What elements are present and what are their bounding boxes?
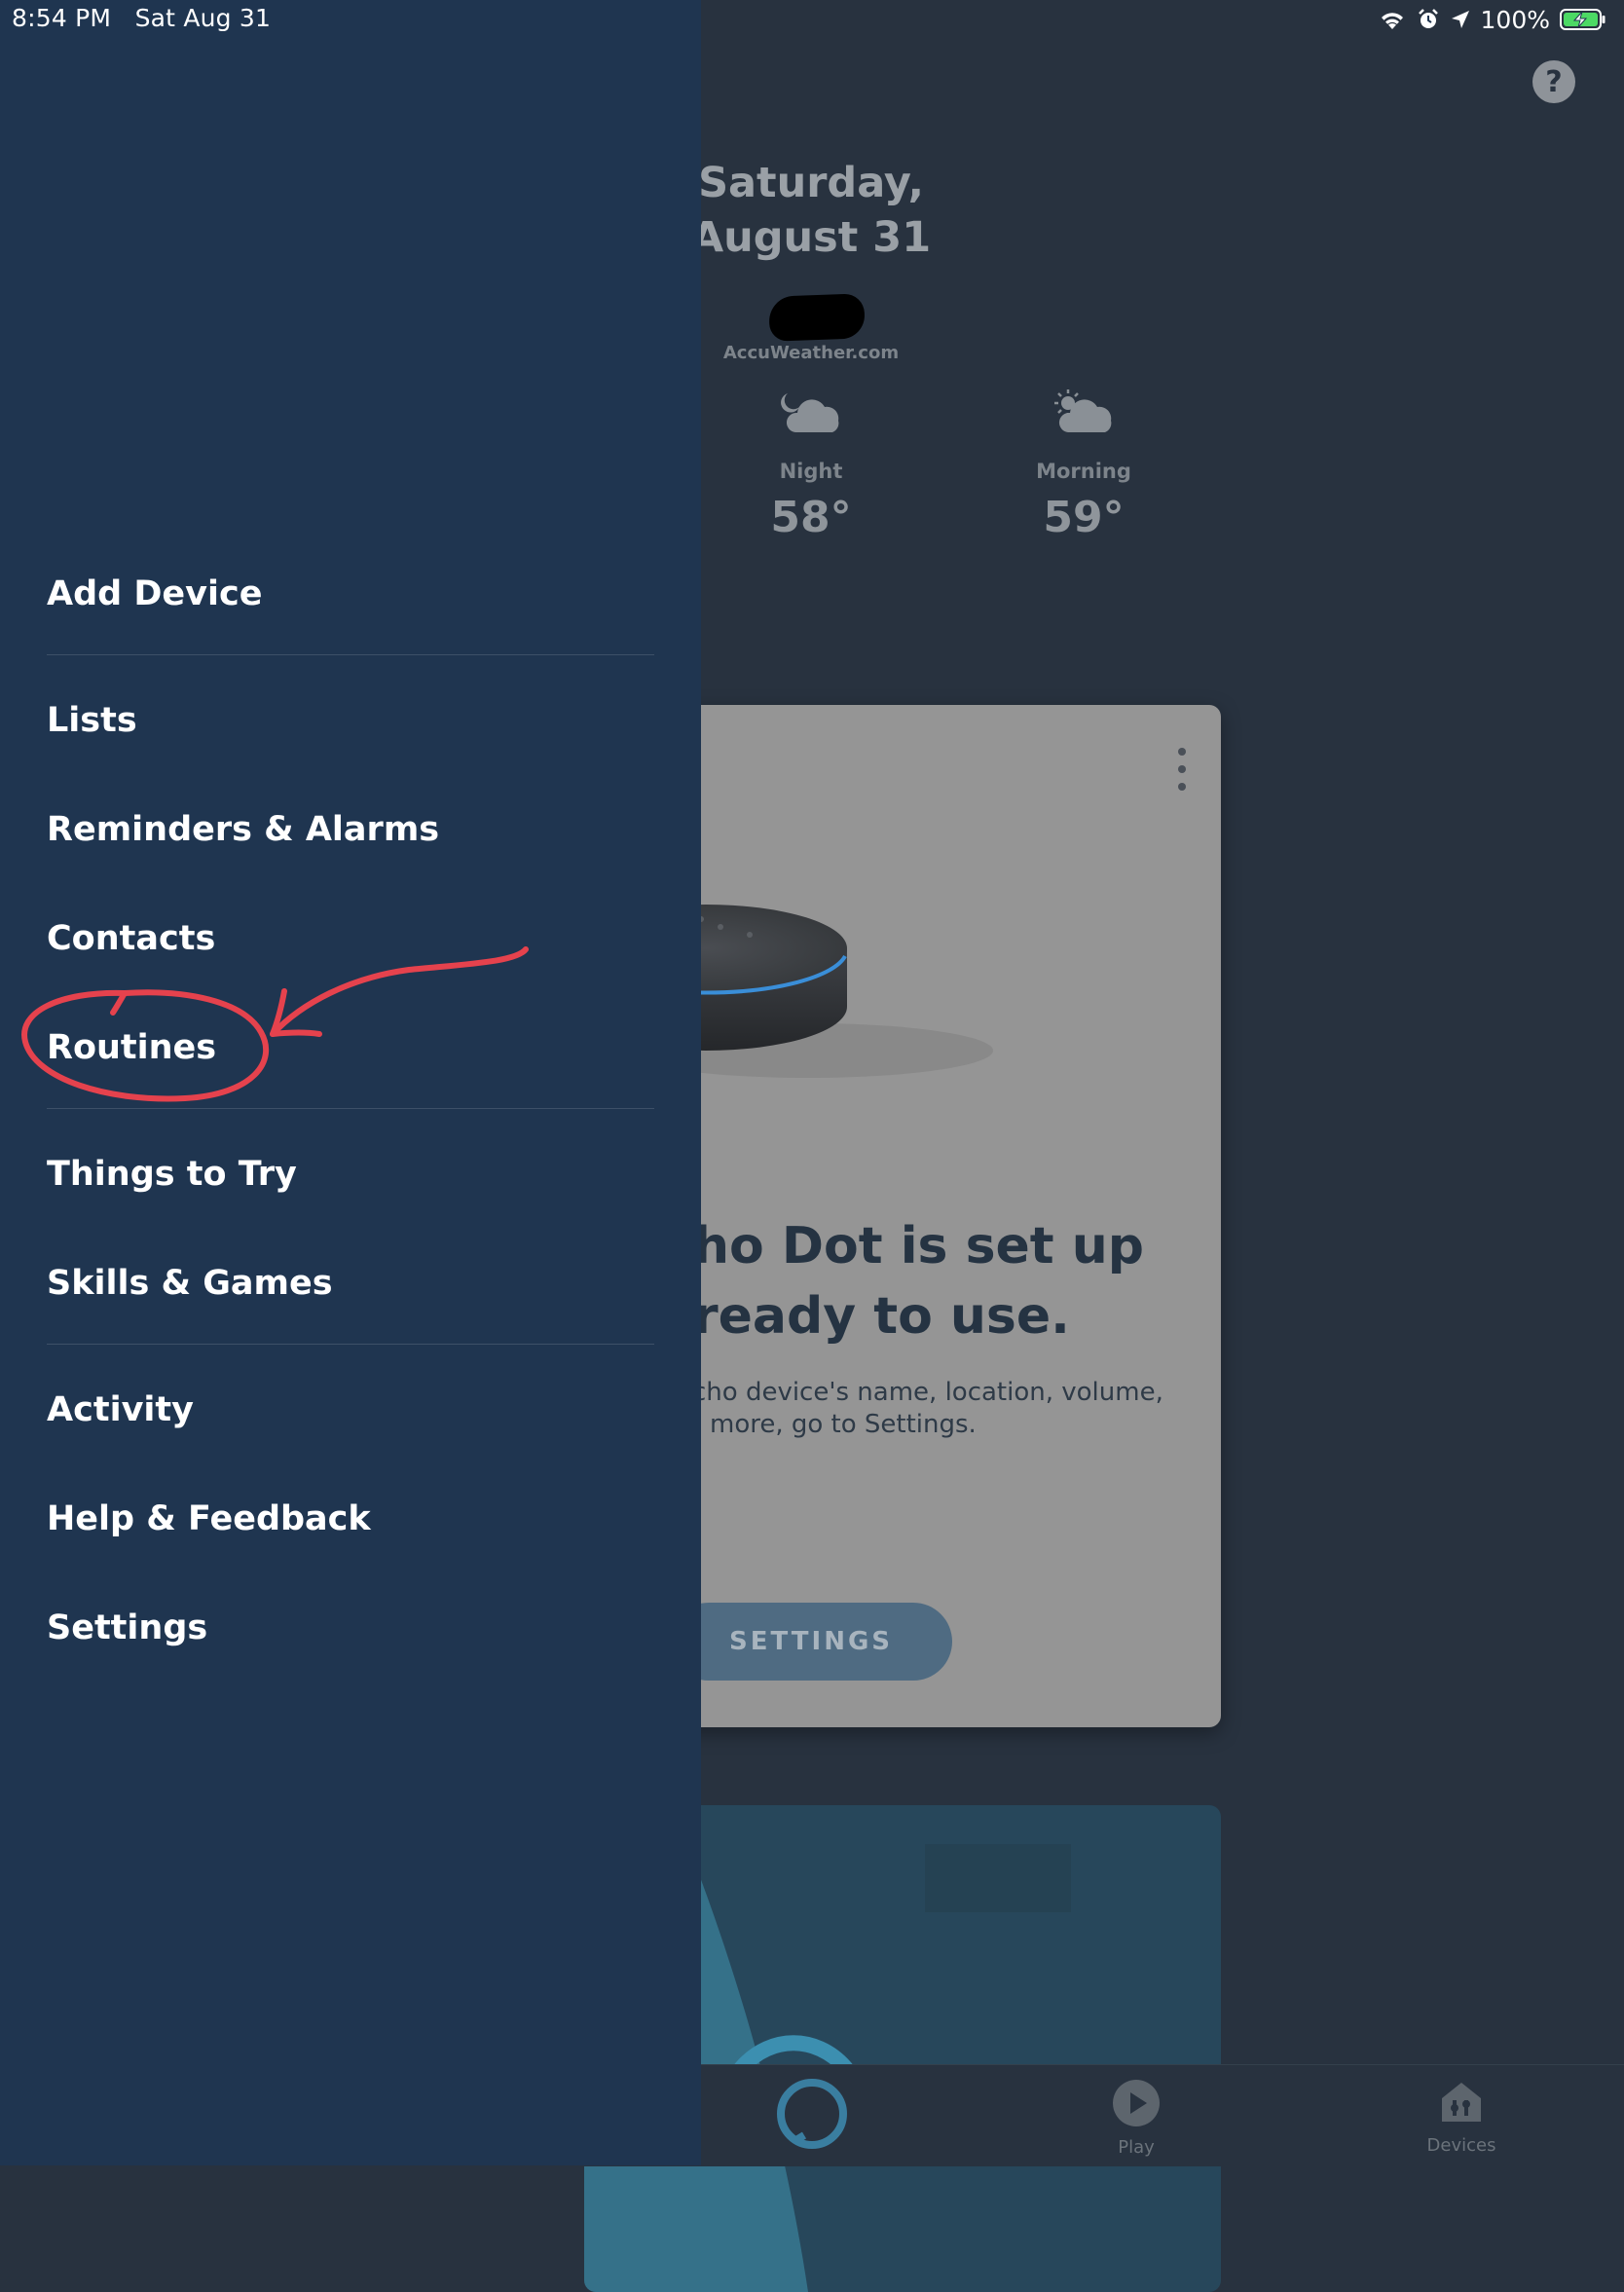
battery-charging-icon <box>1560 8 1606 31</box>
more-options-icon[interactable] <box>1172 748 1192 791</box>
forecast-morning: Morning 59° <box>986 382 1181 542</box>
menu-item-things-to-try[interactable]: Things to Try <box>47 1155 297 1194</box>
card-text-line-1: cho device's name, location, volume, <box>692 1378 1163 1407</box>
menu-item-skills-games[interactable]: Skills & Games <box>47 1264 333 1303</box>
menu-divider <box>47 1108 654 1109</box>
redaction-mark <box>768 293 866 342</box>
menu-divider <box>47 654 654 655</box>
location-icon <box>1450 9 1471 30</box>
menu-item-lists[interactable]: Lists <box>47 701 137 740</box>
alarm-icon <box>1417 8 1440 31</box>
tab-play[interactable]: Play <box>1039 2065 1234 2166</box>
menu-item-activity[interactable]: Activity <box>47 1390 194 1429</box>
play-icon <box>1112 2079 1161 2131</box>
menu-item-settings[interactable]: Settings <box>47 1608 207 1647</box>
menu-item-contacts[interactable]: Contacts <box>47 919 215 958</box>
menu-item-add-device[interactable]: Add Device <box>47 574 262 613</box>
navigation-drawer: Add Device Lists Reminders & Alarms Cont… <box>0 0 701 2165</box>
alexa-icon <box>775 2077 849 2155</box>
card-title-line-1: ho Dot is set up <box>693 1217 1144 1275</box>
wifi-icon <box>1378 8 1407 31</box>
devices-icon <box>1438 2079 1485 2129</box>
tab-devices[interactable]: Devices <box>1364 2065 1559 2166</box>
menu-divider <box>47 1344 654 1345</box>
forecast-label: Morning <box>1036 460 1131 483</box>
tab-label: Devices <box>1426 2135 1496 2156</box>
menu-item-reminders-alarms[interactable]: Reminders & Alarms <box>47 810 439 849</box>
forecast-night: Night 58° <box>714 382 908 542</box>
status-time: 8:54 PM <box>12 4 112 32</box>
weather-source[interactable]: AccuWeather.com <box>682 343 941 363</box>
settings-button[interactable]: SETTINGS <box>670 1603 952 1681</box>
card-description: cho device's name, location, volume, mor… <box>692 1377 1221 1441</box>
card-title-line-2: ready to use. <box>693 1287 1070 1346</box>
forecast-temp: 59° <box>1043 493 1125 542</box>
status-date: Sat Aug 31 <box>134 4 272 32</box>
help-button[interactable]: ? <box>1532 60 1575 103</box>
forecast-label: Night <box>779 460 843 483</box>
menu-item-routines[interactable]: Routines <box>47 1028 216 1067</box>
tab-alexa[interactable] <box>715 2065 909 2166</box>
status-time-date: 8:54 PM Sat Aug 31 <box>12 4 271 32</box>
card-title: ho Dot is set up ready to use. <box>693 1211 1219 1351</box>
tab-label: Play <box>1118 2137 1155 2158</box>
battery-percentage: 100% <box>1480 5 1550 34</box>
card-text-line-2: more, go to Settings. <box>710 1410 977 1439</box>
menu-item-help-feedback[interactable]: Help & Feedback <box>47 1499 371 1538</box>
status-indicators: 100% <box>1378 4 1606 35</box>
forecast-temp: 58° <box>770 493 852 542</box>
sun-cloud-icon <box>986 382 1181 438</box>
moon-cloud-icon <box>714 382 908 438</box>
